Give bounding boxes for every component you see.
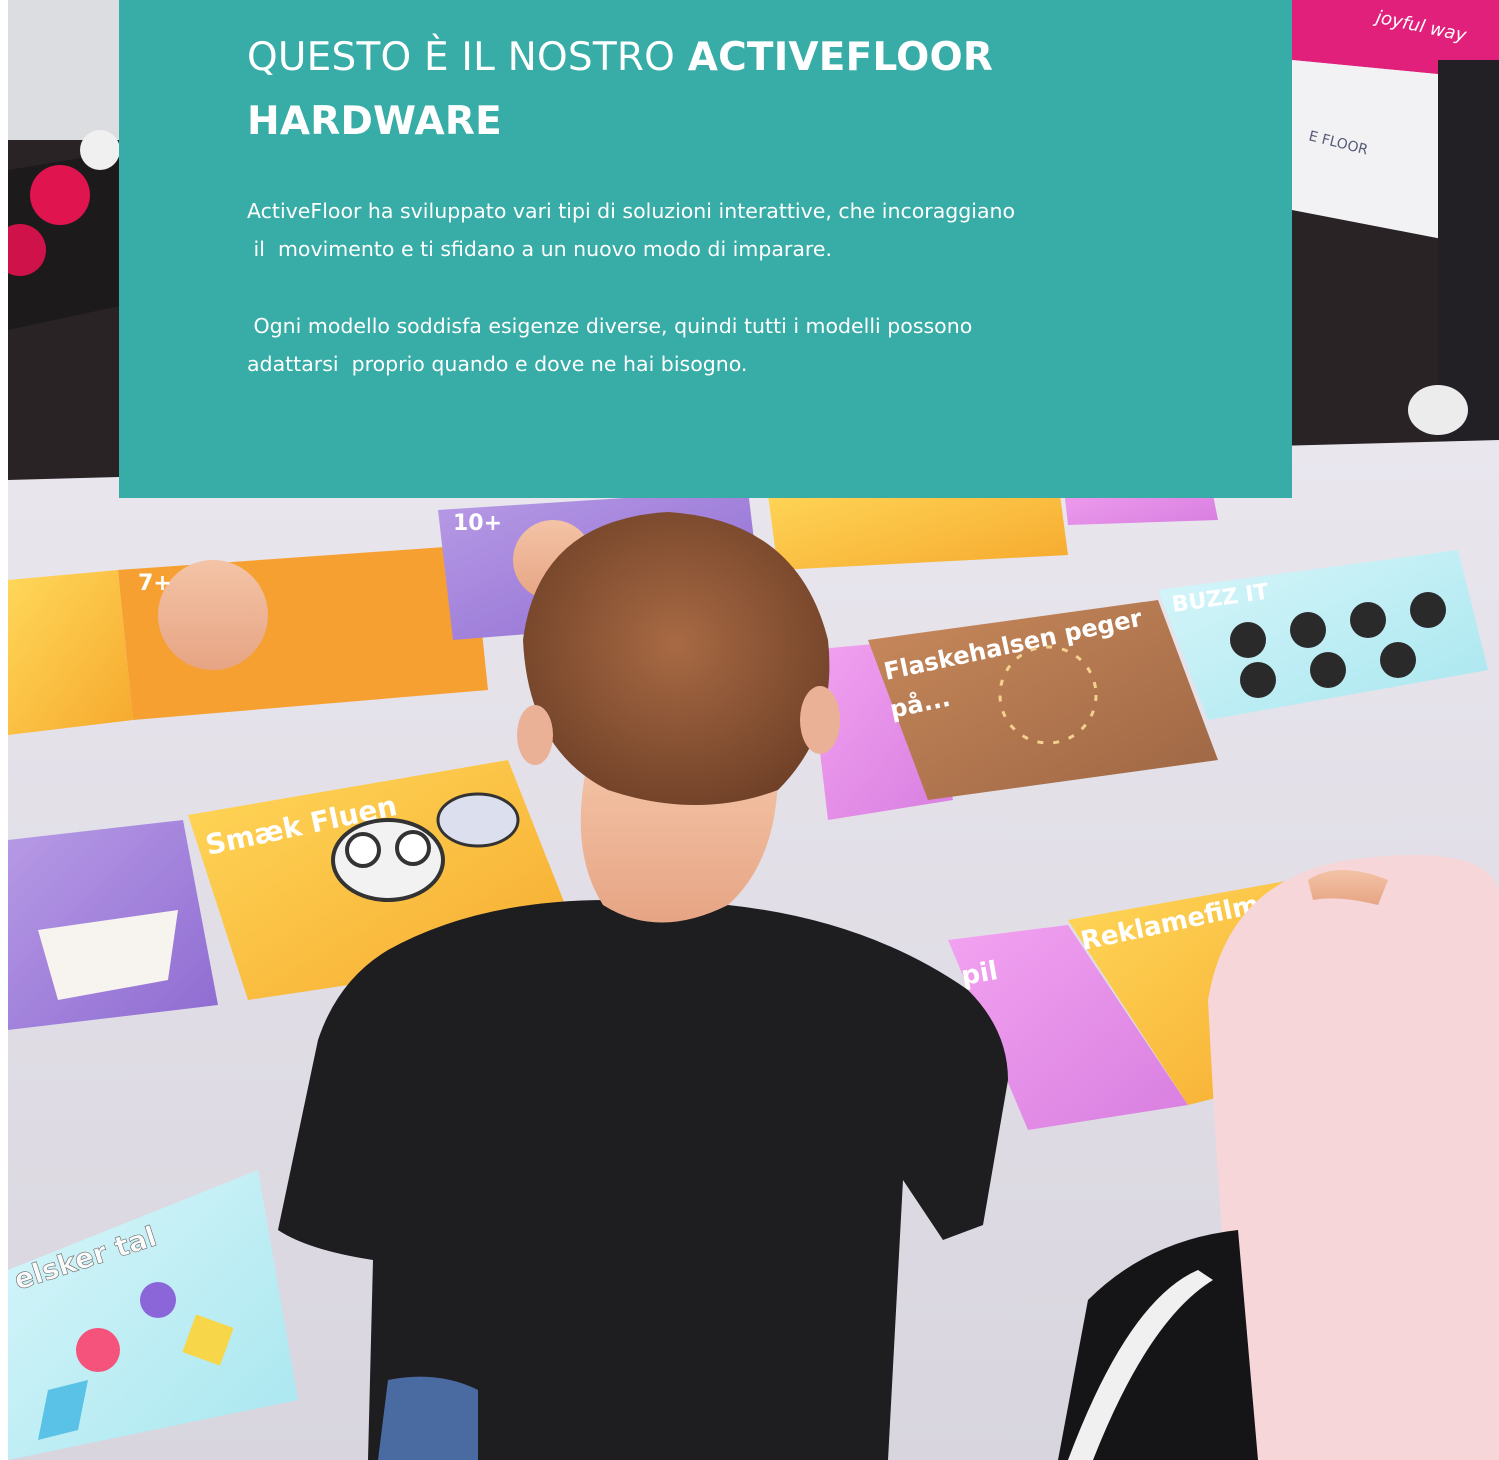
title-bold-brand: ACTIVEFLOOR (687, 35, 994, 80)
tile-age-7: 7+ (138, 571, 172, 596)
intro-line-2: il movimento e ti sfidano a un nuovo mod… (247, 237, 832, 261)
tile-spil: pil (959, 956, 1000, 992)
intro-paragraph: ActiveFloor ha sviluppato vari tipi di s… (247, 192, 1127, 268)
intro-line-1: ActiveFloor ha sviluppato vari tipi di s… (247, 199, 1016, 223)
models-line-1: Ogni modello soddisfa esigenze diverse, … (247, 314, 973, 338)
title-light: QUESTO È IL NOSTRO (247, 35, 676, 80)
title-bold-hardware: HARDWARE (247, 99, 502, 144)
page: joyful way E FLOOR 7+ 10+ Flaskehalsen p… (0, 0, 1499, 1460)
models-line-2: adattarsi proprio quando e dove ne hai b… (247, 352, 748, 376)
models-paragraph: Ogni modello soddisfa esigenze diverse, … (247, 307, 1127, 383)
tile-age-10: 10+ (453, 511, 502, 536)
page-title: QUESTO È IL NOSTRO ACTIVEFLOOR HARDWARE (247, 26, 1147, 154)
info-panel: QUESTO È IL NOSTRO ACTIVEFLOOR HARDWARE … (119, 0, 1292, 498)
